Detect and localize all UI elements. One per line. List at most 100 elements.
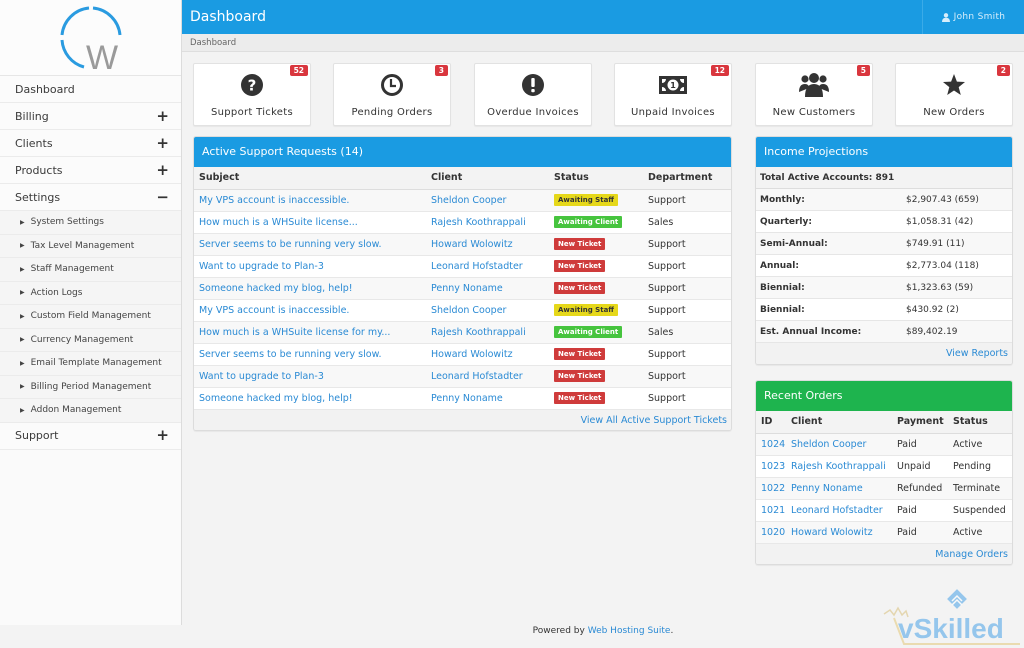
client-link[interactable]: Rajesh Koothrappali <box>431 217 526 228</box>
sidebar-item-label: Billing <box>15 109 49 123</box>
status-badge: Awaiting Staff <box>554 194 618 206</box>
ticket-subject-link[interactable]: Someone hacked my blog, help! <box>199 393 353 404</box>
column-header[interactable]: Client <box>786 411 892 434</box>
income-label: Biennial: <box>760 304 805 315</box>
stat-tile-unpaid-invoices[interactable]: 1 Unpaid Invoices 12 <box>614 63 732 126</box>
client-link[interactable]: Howard Wolowitz <box>431 349 513 360</box>
column-header[interactable]: Status <box>549 167 643 190</box>
sidebar-item-settings[interactable]: Settings − <box>0 184 181 211</box>
client-link[interactable]: Howard Wolowitz <box>791 527 873 538</box>
column-header[interactable]: Payment <box>892 411 948 434</box>
sidebar-item-dashboard[interactable]: Dashboard <box>0 76 181 103</box>
view-all-tickets-link[interactable]: View All Active Support Tickets <box>581 415 727 426</box>
ticket-subject-link[interactable]: How much is a WHSuite license... <box>199 217 358 228</box>
plus-icon[interactable]: + <box>156 135 169 151</box>
order-id-link[interactable]: 1024 <box>761 439 785 450</box>
client-link[interactable]: Penny Noname <box>431 393 503 404</box>
ticket-subject-link[interactable]: My VPS account is inaccessible. <box>199 305 349 316</box>
client-link[interactable]: Sheldon Cooper <box>431 305 506 316</box>
order-id-link[interactable]: 1022 <box>761 483 785 494</box>
table-row: How much is a WHSuite license for my... R… <box>194 321 731 344</box>
ticket-subject-link[interactable]: Server seems to be running very slow. <box>199 239 382 250</box>
column-header[interactable]: ID <box>756 411 786 434</box>
plus-icon[interactable]: + <box>156 162 169 178</box>
status-badge: New Ticket <box>554 238 606 250</box>
column-header[interactable]: Department <box>643 167 731 190</box>
logo[interactable]: W <box>0 0 181 76</box>
breadcrumb-item[interactable]: Dashboard <box>190 38 236 48</box>
column-header[interactable]: Client <box>426 167 549 190</box>
minus-icon[interactable]: − <box>156 189 169 205</box>
client-link[interactable]: Howard Wolowitz <box>431 239 513 250</box>
sidebar-subitem[interactable]: ▶ Email Template Management <box>0 352 181 376</box>
client-link[interactable]: Leonard Hofstadter <box>431 371 523 382</box>
client-cell: Penny Noname <box>426 277 549 300</box>
sidebar-subitem[interactable]: ▶ Currency Management <box>0 328 181 352</box>
stat-tile-new-customers[interactable]: New Customers 5 <box>755 63 873 126</box>
sidebar-item-clients[interactable]: Clients + <box>0 130 181 157</box>
count-badge: 2 <box>996 65 1010 76</box>
sidebar-item-products[interactable]: Products + <box>0 157 181 184</box>
client-link[interactable]: Leonard Hofstadter <box>431 261 523 272</box>
sidebar-subitem[interactable]: ▶ Addon Management <box>0 399 181 423</box>
sidebar-subitem-label: Action Logs <box>30 287 83 298</box>
plus-icon[interactable]: + <box>156 108 169 124</box>
footer-link[interactable]: Web Hosting Suite <box>588 626 671 636</box>
client-cell: Leonard Hofstadter <box>786 499 892 522</box>
sidebar-item-billing[interactable]: Billing + <box>0 103 181 130</box>
table-row: My VPS account is inaccessible. Sheldon C… <box>194 299 731 322</box>
sidebar: W Dashboard Billing + Clients + Products + Sett… <box>0 0 182 625</box>
order-id-link[interactable]: 1020 <box>761 527 785 538</box>
client-link[interactable]: Leonard Hofstadter <box>791 505 883 516</box>
sidebar-subitem[interactable]: ▶ Action Logs <box>0 281 181 305</box>
sidebar-subitem[interactable]: ▶ System Settings <box>0 211 181 235</box>
order-id-link[interactable]: 1023 <box>761 461 785 472</box>
income-label: Monthly: <box>760 194 805 205</box>
ticket-subject-link[interactable]: Someone hacked my blog, help! <box>199 283 353 294</box>
client-link[interactable]: Penny Noname <box>431 283 503 294</box>
income-value: $430.92 (2) <box>906 304 959 315</box>
ticket-subject-link[interactable]: My VPS account is inaccessible. <box>199 195 349 206</box>
caret-right-icon: ▶ <box>20 242 25 250</box>
payment-cell: Unpaid <box>892 455 948 478</box>
support-requests-panel: Active Support Requests (14) Subject Clie… <box>193 136 732 431</box>
sidebar-subitem[interactable]: ▶ Tax Level Management <box>0 234 181 258</box>
user-menu[interactable]: John Smith <box>922 0 1024 34</box>
sidebar-subitem-label: Currency Management <box>30 334 134 345</box>
stat-tile-support-tickets[interactable]: ? Support Tickets 52 <box>193 63 311 126</box>
client-link[interactable]: Rajesh Koothrappali <box>791 461 886 472</box>
client-link[interactable]: Penny Noname <box>791 483 863 494</box>
client-link[interactable]: Sheldon Cooper <box>791 439 866 450</box>
client-cell: Sheldon Cooper <box>426 299 549 322</box>
client-link[interactable]: Sheldon Cooper <box>431 195 506 206</box>
manage-orders-link[interactable]: Manage Orders <box>935 549 1008 560</box>
department-cell: Support <box>643 299 731 322</box>
client-cell: Rajesh Koothrappali <box>786 455 892 478</box>
stat-tile-pending-orders[interactable]: Pending Orders 3 <box>333 63 451 126</box>
order-id-link[interactable]: 1021 <box>761 505 785 516</box>
status-badge: New Ticket <box>554 392 606 404</box>
sidebar-subitem[interactable]: ▶ Staff Management <box>0 258 181 282</box>
view-reports-link[interactable]: View Reports <box>946 348 1008 359</box>
ticket-subject-link[interactable]: Want to upgrade to Plan-3 <box>199 371 324 382</box>
sidebar-subitem[interactable]: ▶ Custom Field Management <box>0 305 181 329</box>
column-header[interactable]: Subject <box>194 167 426 190</box>
client-link[interactable]: Rajesh Koothrappali <box>431 327 526 338</box>
ticket-subject-link[interactable]: How much is a WHSuite license for my... <box>199 327 390 338</box>
plus-icon[interactable]: + <box>156 428 169 443</box>
stat-tile-new-orders[interactable]: New Orders 2 <box>895 63 1013 126</box>
column-header[interactable]: Status <box>948 411 1012 434</box>
sidebar-subitem[interactable]: ▶ Billing Period Management <box>0 375 181 399</box>
ticket-subject-link[interactable]: Want to upgrade to Plan-3 <box>199 261 324 272</box>
status-cell: New Ticket <box>549 233 643 256</box>
stat-tile-overdue-invoices[interactable]: Overdue Invoices <box>474 63 592 126</box>
table-row: 1021 Leonard Hofstadter Paid Suspended <box>756 499 1012 522</box>
orders-table: ID Client Payment Status 1024 Sheldon Cooper… <box>756 411 1012 544</box>
caret-right-icon: ▶ <box>20 218 25 226</box>
client-cell: Rajesh Koothrappali <box>426 211 549 234</box>
total-active-accounts: Total Active Accounts: 891 <box>756 167 1012 189</box>
caret-right-icon: ▶ <box>20 406 25 414</box>
sidebar-item-support[interactable]: Support + <box>0 422 181 450</box>
status-cell: New Ticket <box>549 387 643 410</box>
ticket-subject-link[interactable]: Server seems to be running very slow. <box>199 349 382 360</box>
